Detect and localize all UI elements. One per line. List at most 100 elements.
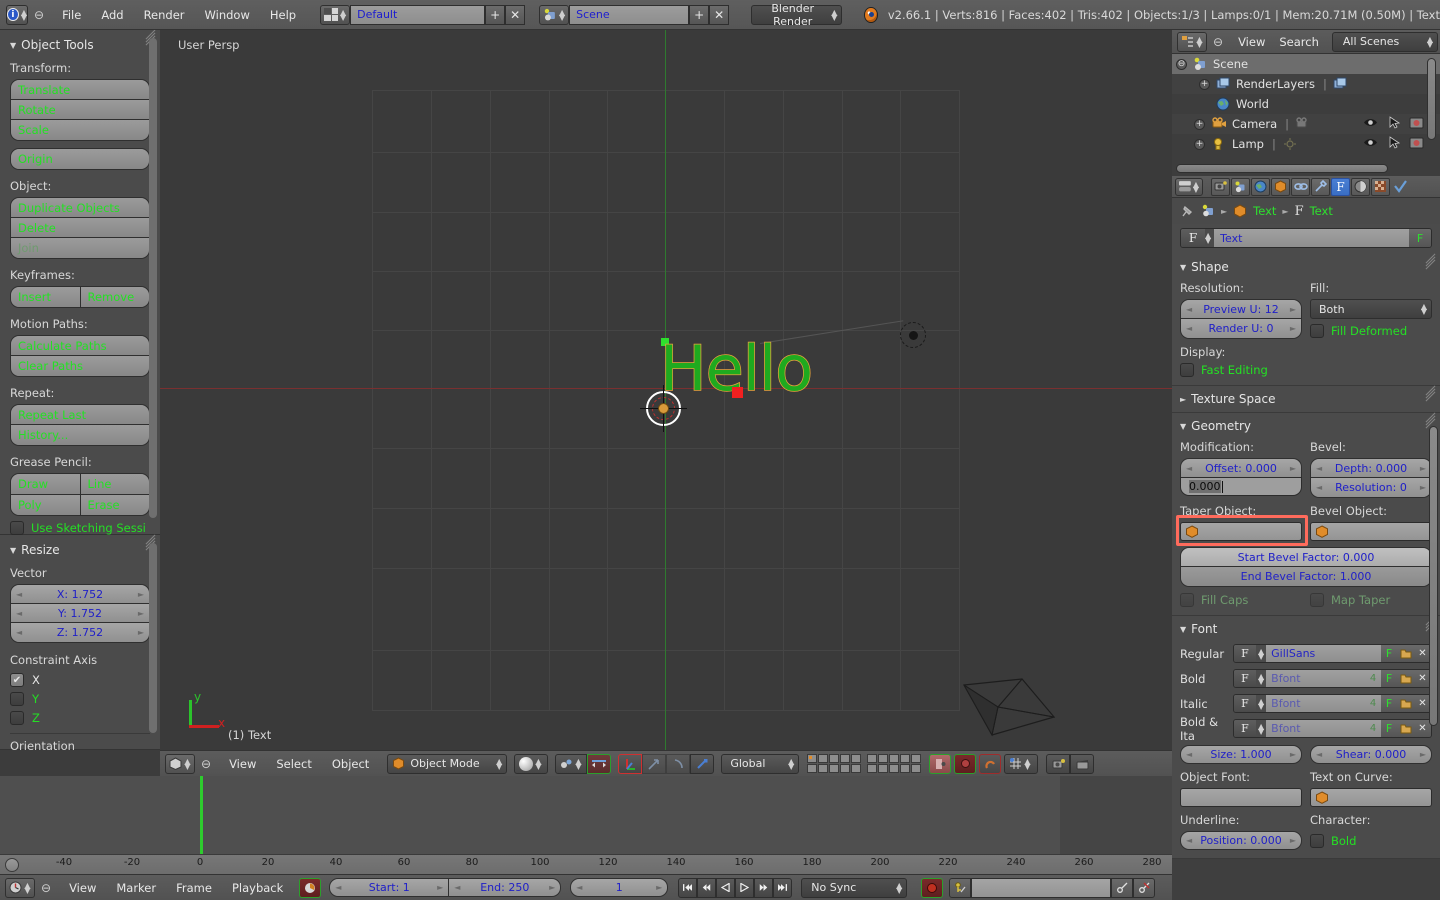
collapse-menu-icon[interactable]: ⊖	[34, 8, 44, 22]
fill-mode-dropdown[interactable]: Both ▲ ▼	[1310, 299, 1432, 319]
jump-to-start-button[interactable]	[678, 877, 698, 898]
play-button[interactable]	[735, 877, 755, 898]
text-on-curve-field[interactable]	[1310, 788, 1432, 807]
snap-element-dropdown[interactable]: ▲ ▼	[1004, 753, 1039, 774]
camera-object-wireframe[interactable]	[962, 677, 1057, 742]
timeline-scrollbar-handle[interactable]	[5, 858, 19, 872]
layer-grid-2[interactable]	[867, 754, 922, 773]
viewport-menu-select[interactable]: Select	[266, 752, 321, 776]
restrict-select-icon[interactable]	[1389, 136, 1401, 152]
expand-icon[interactable]: +	[1199, 78, 1210, 90]
keying-set-field[interactable]	[971, 877, 1112, 898]
font-size-field[interactable]: ◄ Size: 1.000 ►	[1180, 745, 1302, 764]
fast-editing-checkbox[interactable]	[1180, 363, 1194, 377]
panel-header-font[interactable]: ▼ Font	[1180, 622, 1432, 636]
opengl-render-button[interactable]	[1046, 753, 1071, 774]
font-bold-value[interactable]: Bfont	[1266, 670, 1365, 687]
delete-button[interactable]: Delete	[11, 218, 149, 238]
resize-scrollbar[interactable]	[149, 543, 157, 733]
font-bold-italic-fake-user[interactable]: F	[1381, 720, 1397, 737]
viewport-menu-view[interactable]: View	[219, 752, 266, 776]
restrict-render-icon[interactable]	[1409, 136, 1424, 152]
proportional-edit-button[interactable]	[929, 753, 952, 774]
outliner-row-renderlayers[interactable]: + RenderLayers |	[1172, 74, 1440, 94]
outliner-editor[interactable]: ▲ ▼ ⊖ View Search All Scenes ▲ ▼ ⊖ Scene +	[1172, 30, 1440, 176]
font-bold-italic-value[interactable]: Bfont	[1266, 720, 1365, 737]
menu-file[interactable]: File	[52, 1, 91, 29]
pin-icon[interactable]	[1180, 204, 1195, 219]
expand-icon[interactable]: +	[1194, 138, 1205, 150]
font-shear-field[interactable]: ◄ Shear: 0.000 ►	[1310, 745, 1432, 764]
tab-object[interactable]	[1271, 177, 1290, 196]
insert-keyframe-icon-button[interactable]	[1111, 877, 1134, 898]
panel-header-texture-space[interactable]: ► Texture Space	[1180, 392, 1432, 406]
timeline-menu-frame[interactable]: Frame	[166, 876, 222, 900]
fill-deformed-row[interactable]: Fill Deformed	[1310, 324, 1432, 338]
font-datablock-icon[interactable]: F	[1181, 229, 1205, 247]
viewport-menu-object[interactable]: Object	[322, 752, 379, 776]
tab-particles[interactable]	[1391, 178, 1410, 196]
record-viewport-button[interactable]	[954, 753, 977, 774]
font-italic-fake-user[interactable]: F	[1381, 695, 1397, 712]
viewport-shading-dropdown[interactable]: ▲ ▼	[514, 753, 549, 774]
panel-header-shape[interactable]: ▼ Shape	[1180, 260, 1432, 274]
breadcrumb-data-name[interactable]: Text	[1310, 204, 1333, 218]
auto-keying-button[interactable]	[299, 877, 322, 898]
scene-name-field[interactable]: Scene	[569, 4, 690, 25]
duplicate-objects-button[interactable]: Duplicate Objects	[11, 198, 149, 218]
font-regular-value[interactable]: GillSans	[1266, 645, 1381, 662]
remove-keyframe-button[interactable]: Remove	[80, 287, 149, 307]
mode-dropdown[interactable]: Object Mode ▲ ▼	[387, 753, 508, 774]
resize-y-field[interactable]: ◄ Y: 1.752 ►	[11, 604, 149, 623]
outliner-row-camera[interactable]: + Camera |	[1172, 114, 1440, 134]
tab-modifiers[interactable]	[1311, 177, 1330, 196]
opengl-render-animation-button[interactable]	[1070, 753, 1095, 774]
tab-material[interactable]	[1351, 177, 1370, 196]
origin-button[interactable]: Origin	[11, 149, 149, 169]
manipulator-translate-alt-button[interactable]	[642, 753, 667, 774]
font-regular-fake-user[interactable]: F	[1381, 645, 1397, 662]
tab-scene[interactable]	[1231, 177, 1250, 196]
font-regular-open-button[interactable]	[1397, 645, 1414, 662]
new-scene-button[interactable]: +	[689, 4, 710, 25]
screen-layout-icon[interactable]: ▲ ▼	[320, 4, 351, 25]
constraint-axis-y-row[interactable]: Y	[10, 692, 150, 706]
timeline-menu-view[interactable]: View	[59, 876, 106, 900]
snap-toggle-button[interactable]	[979, 753, 1002, 774]
restrict-view-icon[interactable]	[1363, 117, 1378, 131]
font-browse-icon-2[interactable]: F	[1234, 670, 1256, 687]
translate-button[interactable]: Translate	[11, 80, 149, 100]
scale-button[interactable]: Scale	[11, 120, 149, 140]
menu-help[interactable]: Help	[260, 1, 306, 29]
3d-viewport[interactable]: User Persp Hello y x (1) Text	[160, 30, 1172, 750]
jump-to-end-button[interactable]	[773, 877, 793, 898]
outliner-menu-view[interactable]: View	[1231, 31, 1272, 53]
transform-orientation-dropdown[interactable]: Global ▲ ▼	[721, 753, 800, 774]
next-keyframe-button[interactable]	[754, 877, 774, 898]
previous-keyframe-button[interactable]	[697, 877, 717, 898]
end-frame-field[interactable]: ◄ End: 250 ►	[449, 878, 562, 897]
restrict-render-icon[interactable]	[1409, 116, 1424, 132]
blender-info-icon[interactable]: i ▲ ▼	[6, 4, 28, 25]
keying-set-icon[interactable]	[949, 877, 972, 898]
text-active-point[interactable]	[732, 387, 743, 398]
delete-screen-button[interactable]: ✕	[505, 4, 526, 25]
collapse-viewport-menu-icon[interactable]: ⊖	[201, 757, 211, 771]
current-frame-field[interactable]: ◄ 1 ►	[570, 878, 669, 897]
pivot-dropdown[interactable]: ▲ ▼	[555, 753, 588, 774]
font-browse-icon-3[interactable]: F	[1234, 695, 1256, 712]
timeline-ruler[interactable]: -40 -20 0 20 40 60 80 100 120 140 160 18…	[0, 854, 1172, 874]
font-bold-fake-user[interactable]: F	[1381, 670, 1397, 687]
menu-window[interactable]: Window	[195, 1, 260, 29]
constraint-axis-x-row[interactable]: ✔ X	[10, 673, 150, 687]
panel-grip[interactable]	[1424, 412, 1437, 429]
manipulator-rotate-button[interactable]	[666, 753, 691, 774]
object-breadcrumb-icon[interactable]	[1233, 204, 1247, 218]
expand-icon[interactable]: +	[1194, 118, 1205, 130]
font-bold-italic-open-button[interactable]	[1397, 720, 1414, 737]
rotate-button[interactable]: Rotate	[11, 100, 149, 120]
manipulator-translate-button[interactable]	[618, 753, 643, 774]
bevel-resolution-field[interactable]: ◄ Resolution: 0 ►	[1311, 478, 1431, 497]
gp-draw-button[interactable]: Draw	[11, 474, 81, 494]
delete-keyframe-icon-button[interactable]	[1133, 877, 1156, 898]
